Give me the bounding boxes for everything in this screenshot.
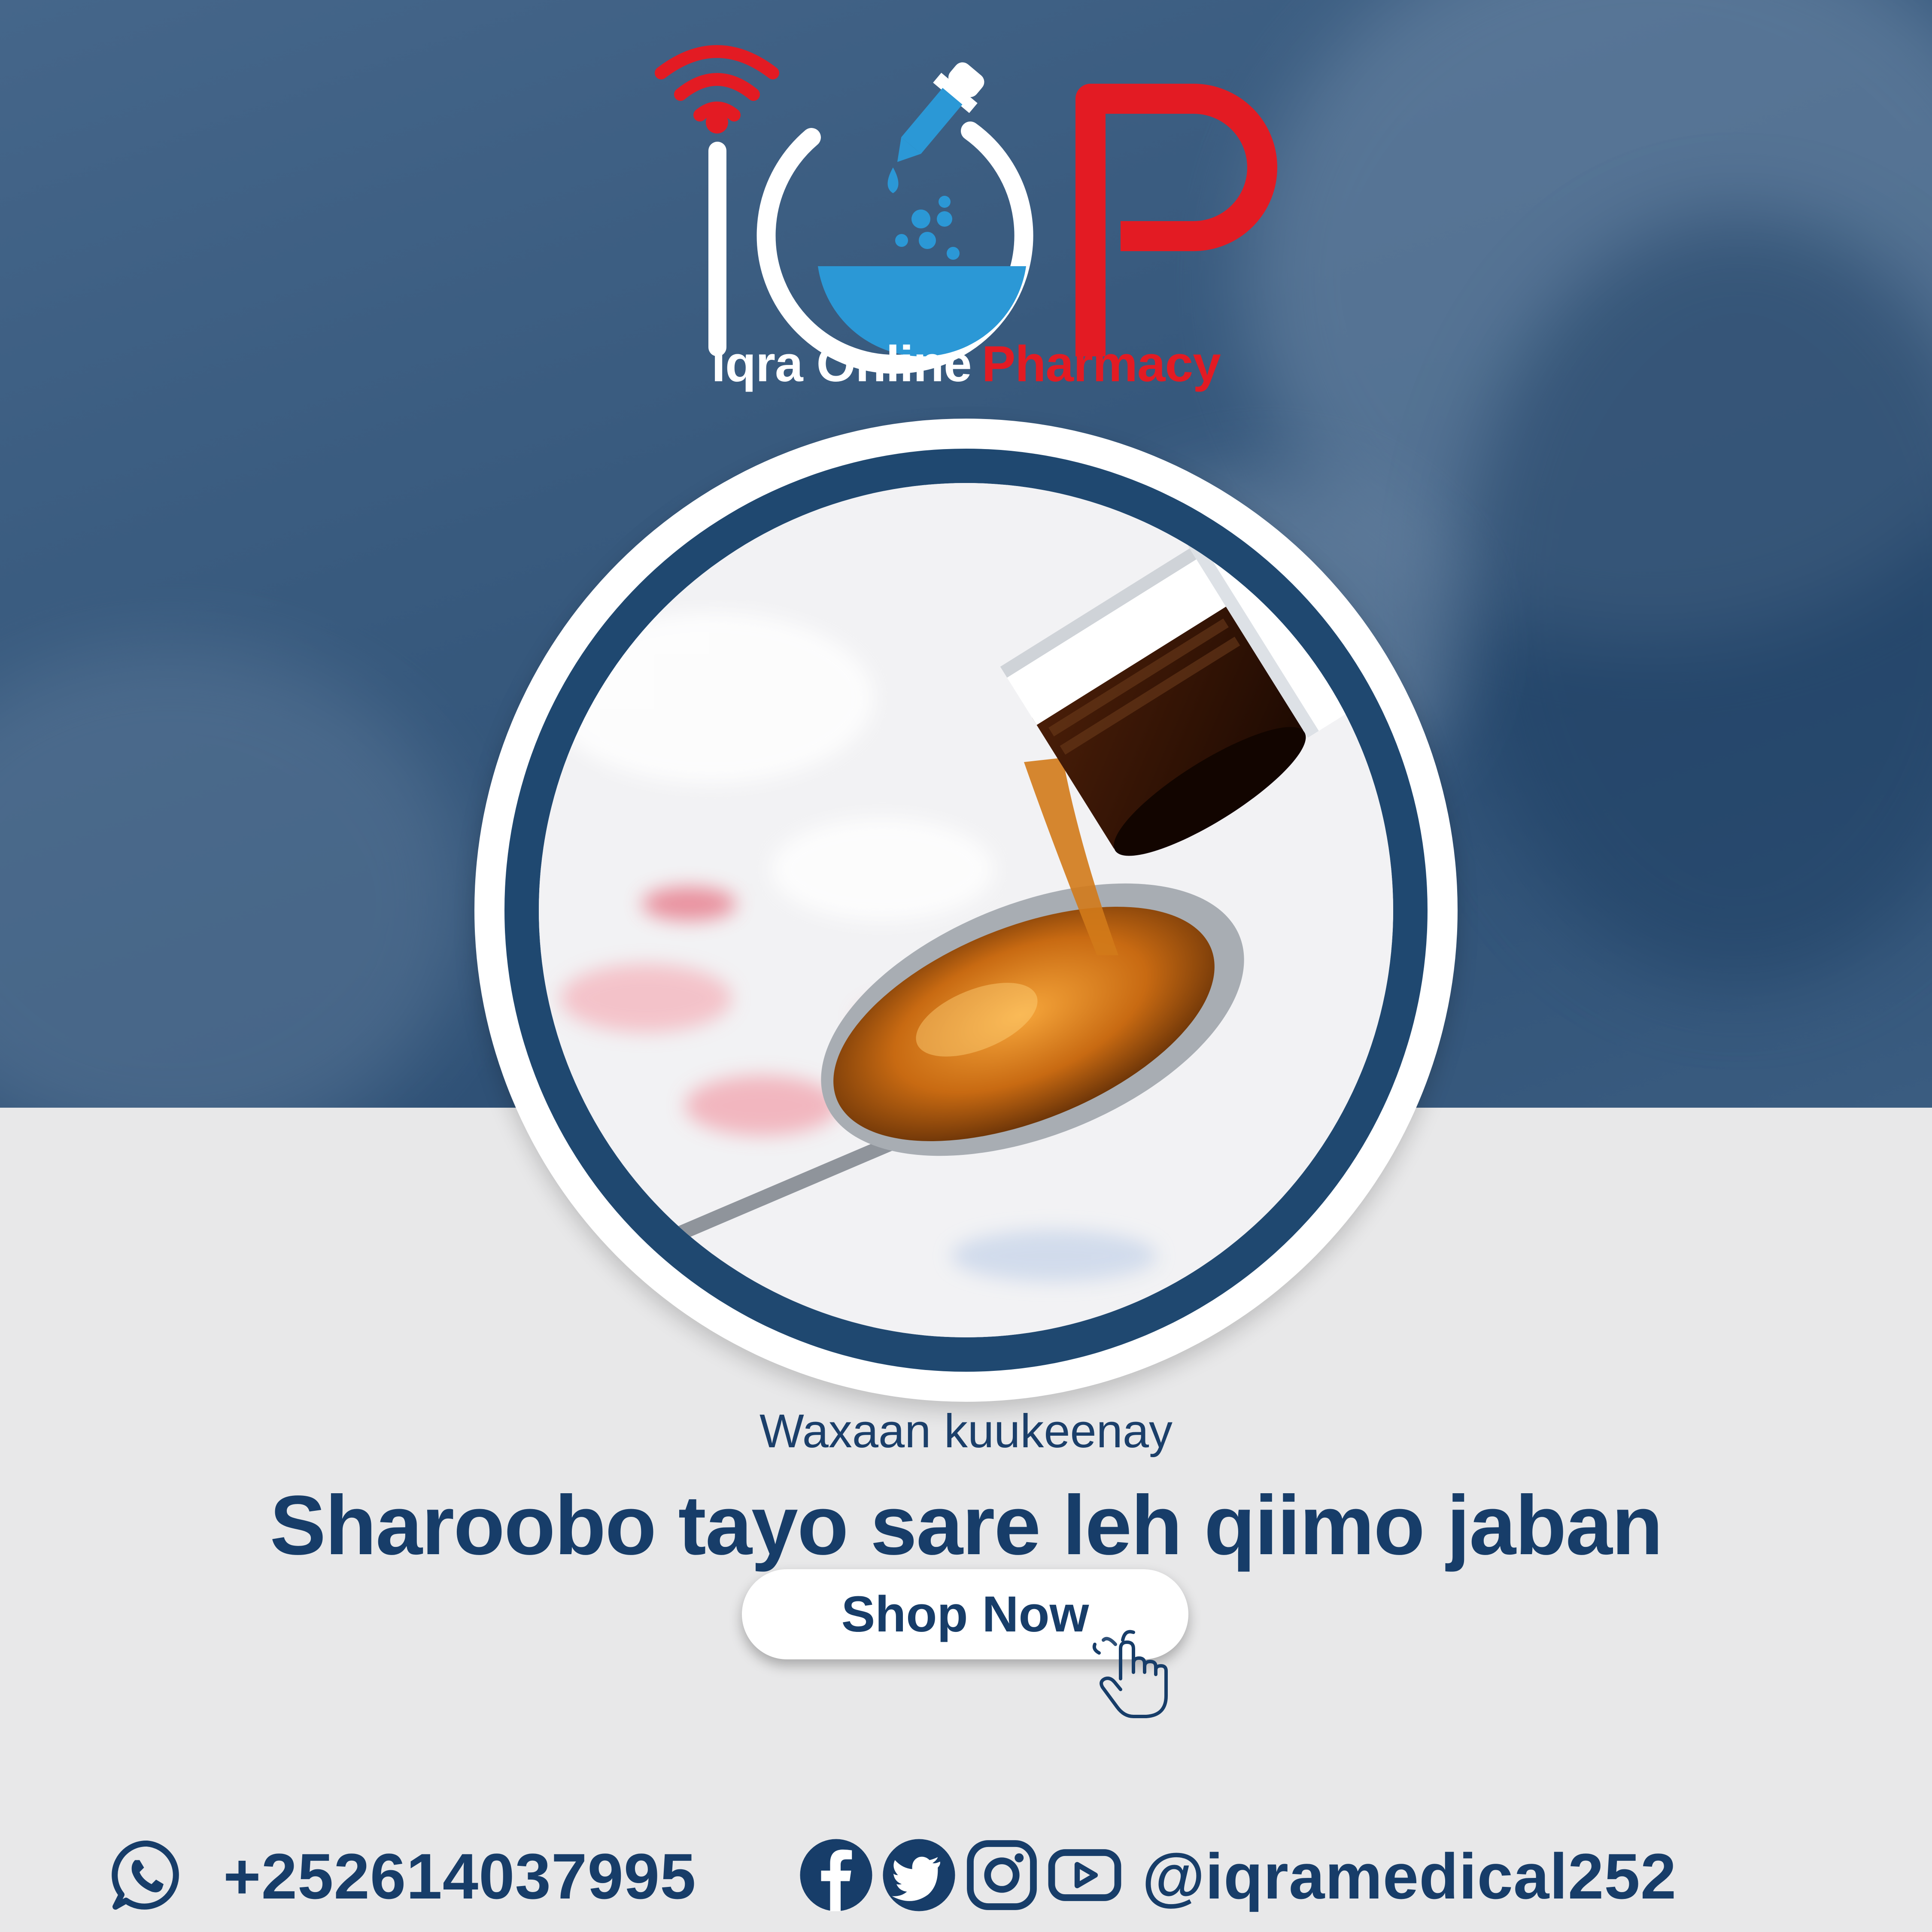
social-handle[interactable]: @iqramedical252 — [1142, 1839, 1677, 1914]
twitter-icon[interactable] — [881, 1838, 957, 1913]
promo-headline: Sharoobo tayo sare leh qiimo jaban — [270, 1478, 1663, 1572]
facebook-icon[interactable] — [799, 1838, 874, 1913]
hand-cursor-icon — [1092, 1630, 1168, 1718]
phone-number[interactable]: +252614037995 — [223, 1839, 696, 1914]
syrup-spoon-photo — [539, 483, 1393, 1337]
product-photo-frame — [474, 419, 1458, 1402]
whatsapp-icon[interactable] — [109, 1838, 185, 1913]
contact-footer: +252614037995 @iqramedical252 — [0, 1833, 1932, 1919]
flask-ring-icon — [756, 62, 1033, 374]
promo-subtitle: Waxaan kuukeenay — [759, 1405, 1173, 1458]
youtube-icon[interactable] — [1047, 1838, 1122, 1913]
brand-name-primary: Iqra Online — [711, 336, 972, 392]
brand-name: Iqra Online Pharmacy — [0, 335, 1932, 393]
brand-name-accent: Pharmacy — [981, 336, 1221, 392]
wifi-icon — [655, 45, 779, 122]
photo-frame-inner — [504, 449, 1428, 1372]
instagram-icon[interactable] — [964, 1838, 1039, 1913]
